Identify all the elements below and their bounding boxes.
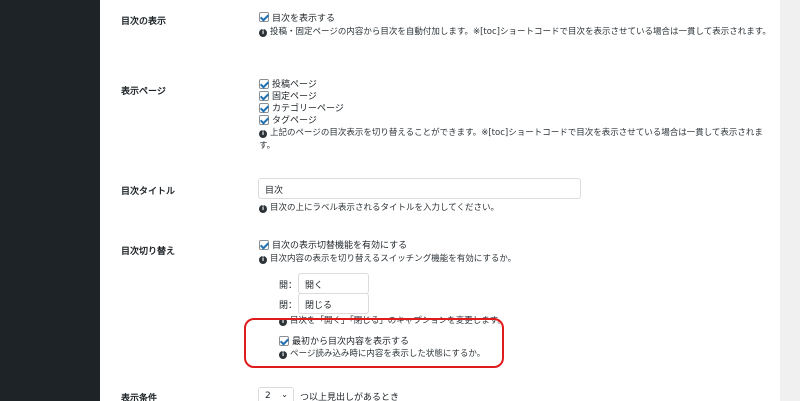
info-icon: i bbox=[259, 29, 267, 37]
display-condition-suffix: つ以上見出しがあるとき bbox=[300, 393, 400, 401]
toc-display-label: 目次の表示 bbox=[121, 17, 167, 27]
post-page-checkbox[interactable] bbox=[259, 79, 269, 89]
open-caption-input[interactable]: 開く bbox=[298, 273, 369, 294]
display-pages-label: 表示ページ bbox=[121, 87, 166, 97]
info-icon: i bbox=[259, 205, 267, 213]
toc-display-desc: i 投稿・固定ページの内容から目次を自動付加します。※[toc]ショートコードで目… bbox=[259, 26, 779, 39]
heading-count-select[interactable]: 2 ⌄ bbox=[258, 387, 294, 401]
toc-toggle-label: 目次切り替え bbox=[121, 247, 176, 257]
close-caption-input[interactable]: 閉じる bbox=[298, 293, 369, 314]
toc-title-desc: i 目次の上にラベル表示されるタイトルを入力してください。 bbox=[259, 202, 499, 215]
toc-toggle-checkbox-label: 目次の表示切替機能を有効にする bbox=[272, 241, 408, 251]
tag-page-checkbox[interactable] bbox=[259, 115, 269, 125]
toc-title-label: 目次タイトル bbox=[121, 187, 176, 197]
display-condition-label: 表示条件 bbox=[121, 394, 158, 401]
toc-display-checkbox-label: 目次を表示する bbox=[272, 14, 336, 24]
toc-title-input[interactable]: 目次 bbox=[258, 178, 581, 199]
toc-toggle-checkbox[interactable] bbox=[259, 240, 269, 250]
toc-display-checkbox[interactable] bbox=[259, 12, 269, 22]
fixed-page-checkbox[interactable] bbox=[259, 91, 269, 101]
heading-count-value: 2 bbox=[265, 391, 271, 401]
display-pages-desc-line1: 上記のページの目次表示を切り替えることができます。※[toc]ショートコードで目… bbox=[270, 128, 763, 138]
toc-toggle-desc: i 目次内容の表示を切り替えるスイッチング機能を有効にするか。 bbox=[259, 253, 516, 266]
highlight-annotation bbox=[244, 318, 504, 368]
toc-toggle-desc-text: 目次内容の表示を切り替えるスイッチング機能を有効にするか。 bbox=[270, 254, 517, 264]
info-icon: i bbox=[259, 130, 267, 138]
chevron-down-icon: ⌄ bbox=[281, 390, 288, 399]
tag-page-checkbox-label: タグページ bbox=[272, 116, 317, 126]
page-margin bbox=[780, 0, 800, 401]
display-pages-desc-line2: す。 bbox=[259, 141, 276, 151]
toc-display-desc-text: 投稿・固定ページの内容から目次を自動付加します。※[toc]ショートコードで目次… bbox=[270, 27, 771, 37]
category-page-checkbox[interactable] bbox=[259, 103, 269, 113]
info-icon: i bbox=[259, 256, 267, 264]
open-caption-label: 開： bbox=[279, 281, 298, 291]
toc-title-desc-text: 目次の上にラベル表示されるタイトルを入力してください。 bbox=[270, 203, 499, 213]
display-pages-desc: i 上記のページの目次表示を切り替えることができます。※[toc]ショートコードで… bbox=[259, 127, 779, 153]
close-caption-label: 閉： bbox=[279, 301, 298, 311]
admin-sidebar bbox=[0, 0, 100, 401]
